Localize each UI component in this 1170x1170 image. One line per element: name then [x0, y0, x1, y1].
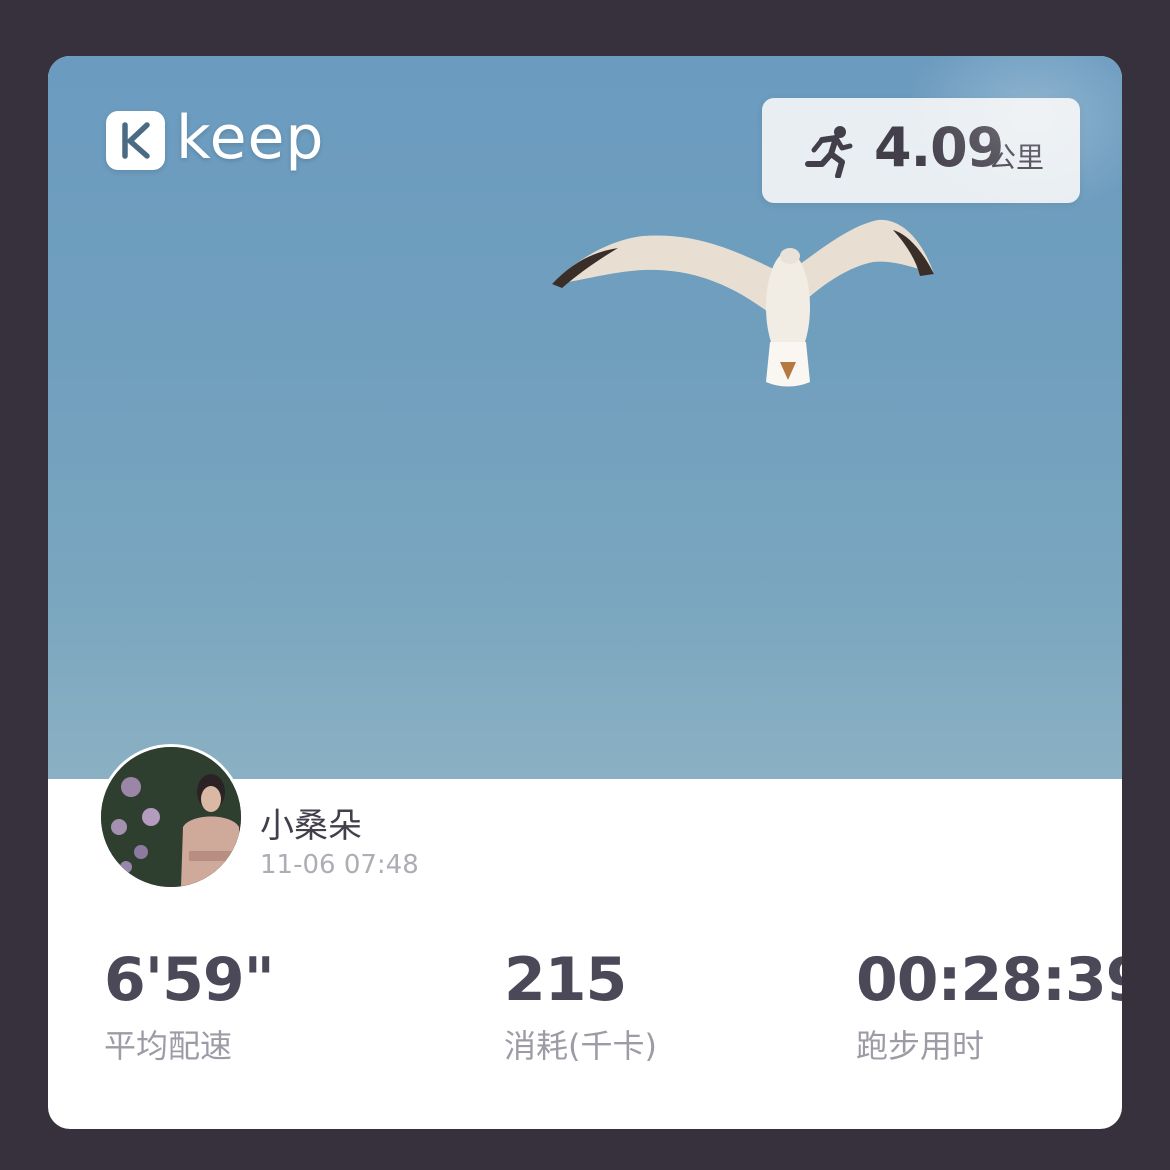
- stat-label: 平均配速: [104, 1027, 233, 1065]
- distance-badge: 4.09 公里: [762, 98, 1080, 203]
- running-person-icon: [805, 126, 853, 178]
- workout-timestamp: 11-06 07:48: [260, 850, 419, 880]
- keep-logo-icon: [106, 111, 165, 170]
- stat-value: 215: [504, 945, 627, 1015]
- stat-label: 跑步用时: [856, 1027, 985, 1065]
- stat-label: 消耗(千卡): [504, 1027, 657, 1065]
- stat-value: 00:28:39: [856, 945, 1122, 1015]
- distance-value: 4.09: [874, 116, 1004, 179]
- user-avatar[interactable]: [98, 744, 244, 890]
- stat-average-pace: 6'59" 平均配速: [104, 944, 275, 1066]
- stat-duration: 00:28:39 跑步用时: [856, 944, 1122, 1066]
- stat-calories: 215 消耗(千卡): [504, 944, 657, 1066]
- seagull-image: [552, 219, 934, 387]
- distance-unit: 公里: [988, 141, 1045, 174]
- keep-wordmark: keep: [176, 103, 325, 173]
- cover-photo: keep 4.09 公里: [48, 56, 1122, 779]
- stat-value: 6'59": [104, 945, 275, 1015]
- run-share-card: keep 4.09 公里 小桑朵 11-06 07:48 6'59" 平均配速 …: [48, 56, 1122, 1129]
- user-name: 小桑朵: [260, 806, 362, 846]
